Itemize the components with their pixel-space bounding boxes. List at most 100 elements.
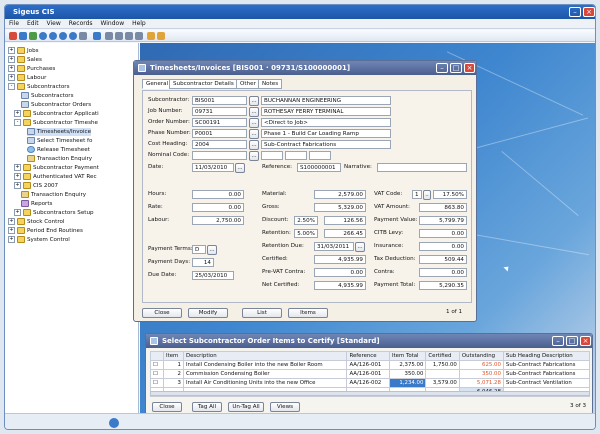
column-header-sub-heading[interactable]: Sub Heading Description [502, 351, 591, 361]
tree-expander[interactable]: - [8, 83, 15, 90]
tree-item-period-end[interactable]: + Period End Routines [8, 227, 83, 235]
payment-value-field[interactable]: 5,799.79 [419, 216, 467, 225]
column-header-item[interactable]: Item [163, 351, 184, 361]
tree-item-system-control[interactable]: + System Control [8, 236, 70, 244]
nominal-part-2-field[interactable] [285, 151, 307, 160]
column-header-item-total[interactable]: Item Total [388, 351, 427, 361]
tools-icon[interactable] [147, 32, 155, 40]
retention-due-picker-button[interactable]: ... [355, 242, 365, 252]
timesheet-close-button-bottom[interactable]: Close [142, 308, 182, 318]
tree-expander[interactable]: + [8, 227, 15, 234]
vat-rate-field[interactable]: 17.50% [433, 190, 467, 199]
tree-expander[interactable]: + [8, 47, 15, 54]
order-number-field[interactable]: SC00191 [192, 118, 247, 127]
reference-field[interactable]: S100000001 [297, 163, 341, 172]
subcontractor-code-field[interactable]: BIS001 [192, 96, 247, 105]
tree-expander[interactable]: + [14, 173, 21, 180]
menu-help[interactable]: Help [132, 20, 146, 27]
column-header-reference[interactable]: Reference [346, 351, 390, 361]
untag-all-button[interactable]: Un-Tag All [228, 402, 264, 412]
tree-item-select-timesheet[interactable]: Select Timesheet fo [27, 137, 92, 145]
tree-item-authenticated-vat[interactable]: + Authenticated VAT Rec [14, 173, 97, 181]
order-lookup-button[interactable]: ... [249, 118, 259, 128]
tree-item-subcontractors[interactable]: Subcontractors [21, 92, 74, 100]
filter-icon[interactable] [125, 32, 133, 40]
tree-expander[interactable]: + [8, 74, 15, 81]
tree-expander[interactable]: + [14, 110, 21, 117]
retention-percent-field[interactable]: 5.00% [294, 229, 318, 238]
cost-heading-name-field[interactable]: Sub-Contract Fabrications [261, 140, 391, 149]
cost-heading-field[interactable]: 2004 [192, 140, 247, 149]
tree-expander[interactable]: + [8, 236, 15, 243]
tab-general[interactable]: General [142, 79, 173, 89]
certify-close-button-bottom[interactable]: Close [152, 402, 182, 412]
tag-checkbox[interactable]: ☐ [150, 360, 164, 370]
tree-item-transaction-enquiry-2[interactable]: Transaction Enquiry [21, 191, 86, 199]
table-row[interactable]: ☐ 2 Commission Condensing Boiler AA/126-… [150, 369, 591, 379]
views-button[interactable]: Views [270, 402, 300, 412]
tax-deduction-field[interactable]: 509.44 [419, 255, 467, 264]
tree-item-transaction-enquiry[interactable]: Transaction Enquiry [27, 155, 92, 163]
payment-total-field[interactable]: 5,290.35 [419, 281, 467, 290]
tree-item-subcontractors-setup[interactable]: + Subcontractors Setup [14, 209, 94, 217]
narrative-field[interactable] [377, 163, 467, 172]
due-date-field[interactable]: 25/03/2010 [192, 271, 234, 280]
subcontractor-lookup-button[interactable]: ... [249, 96, 259, 106]
help-icon[interactable] [135, 32, 143, 40]
menu-records[interactable]: Records [69, 20, 93, 27]
tree-expander[interactable]: + [8, 65, 15, 72]
chart-icon[interactable] [115, 32, 123, 40]
subcontractor-name-field[interactable]: BUCHANNAN ENGINEERING [261, 96, 391, 105]
search-icon[interactable] [93, 32, 101, 40]
tree-item-sales[interactable]: + Sales [8, 56, 42, 64]
column-header-certified[interactable]: Certified [425, 351, 460, 361]
nominal-part-1-field[interactable] [261, 151, 283, 160]
previous-record-icon[interactable] [49, 32, 57, 40]
tree-expander[interactable]: - [14, 119, 21, 126]
tree-expander[interactable]: + [14, 164, 21, 171]
payment-days-field[interactable]: 14 [192, 258, 214, 267]
tag-all-button[interactable]: Tag All [192, 402, 222, 412]
stop-icon[interactable] [9, 32, 17, 40]
menu-window[interactable]: Window [100, 20, 124, 27]
pre-vat-contra-field[interactable]: 0.00 [314, 268, 366, 277]
tree-expander[interactable]: + [14, 182, 21, 189]
vat-code-field[interactable]: 1 [412, 190, 422, 199]
refresh-icon[interactable] [79, 32, 87, 40]
first-record-icon[interactable] [39, 32, 47, 40]
tree-item-labour[interactable]: + Labour [8, 74, 46, 82]
payment-terms-lookup-button[interactable]: ... [207, 245, 217, 255]
tab-subcontractor-details[interactable]: Subcontractor Details [169, 79, 238, 89]
save-icon[interactable] [29, 32, 37, 40]
tag-checkbox[interactable]: ☐ [150, 369, 164, 379]
date-picker-button[interactable]: ... [235, 163, 245, 173]
date-field[interactable]: 11/03/2010 [192, 163, 234, 172]
certify-maximize-button[interactable]: □ [566, 336, 578, 346]
gross-field[interactable]: 5,329.00 [314, 203, 366, 212]
material-field[interactable]: 2,579.00 [314, 190, 366, 199]
list-button[interactable]: List [242, 308, 282, 318]
vat-code-lookup-button[interactable]: .. [423, 190, 431, 200]
menu-view[interactable]: View [47, 20, 61, 27]
menu-edit[interactable]: Edit [27, 20, 39, 27]
tree-expander[interactable]: + [8, 56, 15, 63]
menu-file[interactable]: File [9, 20, 19, 27]
tree-item-subcontractor-applications[interactable]: + Subcontractor Applicati [14, 110, 99, 118]
column-header-description[interactable]: Description [182, 351, 348, 361]
job-name-field[interactable]: ROTHESAY FERRY TERMINAL [261, 107, 391, 116]
table-row[interactable]: ☐ 3 Install Air Conditioning Units into … [150, 378, 591, 388]
phase-number-field[interactable]: P0001 [192, 129, 247, 138]
nominal-code-field[interactable] [192, 151, 247, 160]
new-icon[interactable] [19, 32, 27, 40]
timesheet-close-button[interactable]: × [464, 63, 475, 73]
order-name-field[interactable]: <Direct to Job> [261, 118, 391, 127]
timesheet-minimize-button[interactable]: – [436, 63, 448, 73]
retention-due-field[interactable]: 31/03/2011 [314, 242, 354, 251]
certify-close-button[interactable]: × [580, 336, 591, 346]
certified-field[interactable]: 4,935.99 [314, 255, 366, 264]
tree-expander[interactable]: + [8, 218, 15, 225]
tree-item-stock-control[interactable]: + Stock Control [8, 218, 64, 226]
close-app-button[interactable]: × [583, 7, 595, 17]
tree-item-cis-2007[interactable]: + CIS 2007 [14, 182, 58, 190]
phase-name-field[interactable]: Phase 1 - Build Car Loading Ramp [261, 129, 391, 138]
